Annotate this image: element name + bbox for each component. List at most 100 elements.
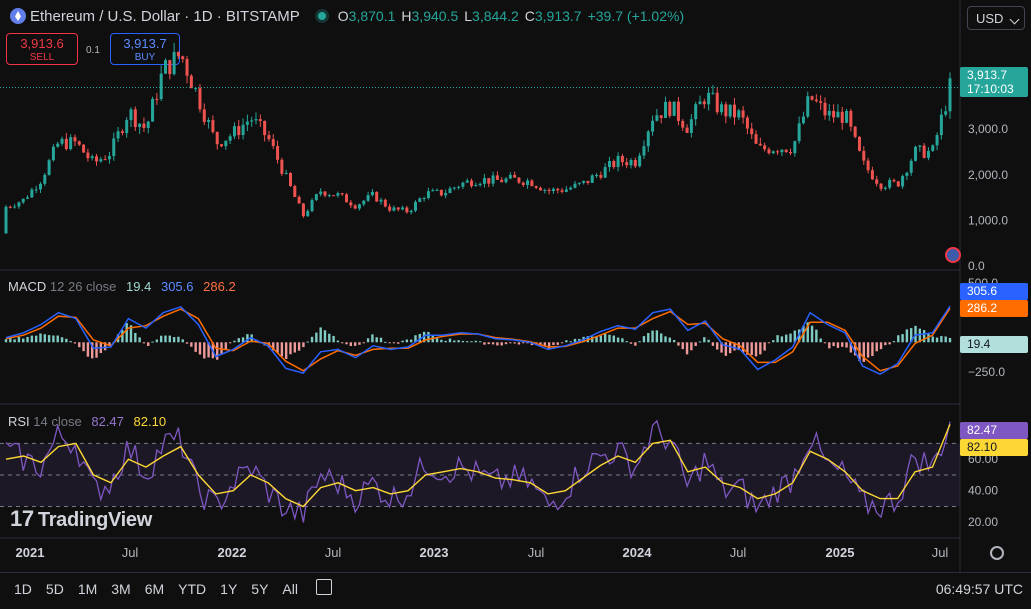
macd-histogram-bar (888, 342, 891, 345)
macd-histogram-bar (147, 342, 150, 346)
candle-body (556, 188, 560, 191)
macd-histogram-bar (203, 342, 206, 359)
rsi-ma-value: 82.10 (133, 414, 167, 429)
macd-histogram-bar (358, 342, 361, 345)
candle-body (301, 203, 305, 217)
candle-body (38, 183, 42, 190)
candle-body (702, 101, 706, 105)
candle-body (125, 120, 129, 134)
candle-body (741, 110, 745, 118)
candle-body (228, 136, 232, 141)
time-axis-label: Jul (932, 545, 949, 560)
candle-body (163, 60, 167, 74)
candle-body (383, 199, 387, 207)
macd-histogram-bar (453, 340, 456, 343)
candle-body (349, 202, 353, 206)
signal-tag: 286.2 (960, 300, 1028, 317)
candle-body (422, 198, 426, 200)
candle-body (659, 115, 663, 118)
macd-histogram-bar (233, 340, 236, 343)
range-5d[interactable]: 5D (46, 573, 64, 605)
calendar-icon[interactable] (316, 579, 332, 595)
macd-histogram-bar (487, 342, 490, 345)
macd-histogram-bar (95, 342, 98, 358)
candle-body (90, 156, 94, 159)
macd-histogram-bar (638, 341, 641, 343)
candle-body (30, 189, 34, 198)
rsi-name: RSI (8, 414, 30, 429)
candle-body (539, 187, 543, 191)
gear-icon[interactable] (990, 546, 1004, 560)
macd-pane (4, 305, 952, 376)
macd-histogram-bar (491, 342, 495, 345)
macd-histogram-bar (323, 330, 327, 343)
range-6m[interactable]: 6M (145, 573, 164, 605)
candle-body (474, 185, 478, 187)
candle-body (194, 88, 198, 90)
macd-histogram-bar (349, 342, 353, 347)
macd-histogram-bar (651, 330, 654, 343)
candle-body (888, 179, 892, 188)
candle-body (185, 58, 189, 76)
time-axis-label: Jul (730, 545, 747, 560)
macd-histogram-bar (750, 342, 753, 356)
macd-histogram-bar (552, 342, 555, 346)
candle-body (698, 101, 702, 105)
candle-body (280, 159, 284, 174)
candle-body (426, 191, 430, 199)
macd-histogram-bar (297, 342, 301, 351)
macd-histogram-bar (142, 342, 146, 344)
macd-histogram-bar (810, 325, 814, 343)
macd-histogram-bar (4, 339, 8, 343)
rsi-legend: RSI 14 close 82.47 82.10 (8, 414, 166, 429)
candle-body (633, 159, 637, 167)
candle-body (138, 123, 142, 127)
macd-histogram-bar (228, 342, 232, 344)
candle-body (207, 120, 211, 122)
candle-body (646, 131, 650, 147)
candle-body (905, 172, 909, 176)
candle-body (435, 189, 439, 191)
macd-histogram-bar (470, 341, 473, 343)
macd-histogram-bar (944, 336, 947, 343)
range-all[interactable]: All (282, 573, 298, 605)
macd-histogram-bar (185, 342, 189, 344)
candle-body (849, 110, 853, 127)
macd-histogram-bar (73, 342, 77, 344)
candle-body (60, 138, 64, 144)
macd-histogram-bar (289, 342, 292, 355)
range-1y[interactable]: 1Y (220, 573, 237, 605)
candle-body (306, 211, 310, 217)
candle-body (323, 191, 327, 196)
time-axis-label: Jul (122, 545, 139, 560)
time-axis-label: 2025 (826, 545, 855, 560)
macd-histogram-bar (647, 333, 650, 343)
candle-body (620, 156, 624, 163)
hist-tag: 19.4 (960, 336, 1028, 353)
candle-body (69, 137, 73, 150)
us-flag-icon[interactable] (945, 247, 961, 263)
candle-body (129, 109, 133, 121)
macd-params: 12 26 close (49, 279, 117, 294)
candle-body (586, 180, 590, 183)
range-ytd[interactable]: YTD (178, 573, 206, 605)
macd-histogram-bar (780, 336, 784, 343)
macd-histogram-bar (78, 342, 81, 348)
range-1m[interactable]: 1M (78, 573, 97, 605)
macd-histogram-bar (879, 342, 883, 350)
candle-body (732, 104, 736, 118)
range-1d[interactable]: 1D (14, 573, 32, 605)
range-5y[interactable]: 5Y (251, 573, 268, 605)
candle-body (34, 189, 38, 191)
candle-body (737, 110, 741, 118)
candle-body (564, 189, 568, 192)
macd-histogram-bar (608, 334, 611, 343)
rsi-value: 82.47 (91, 414, 124, 429)
macd-histogram-bar (560, 342, 564, 344)
candle-body (375, 191, 379, 202)
candle-body (573, 183, 577, 188)
utc-clock[interactable]: 06:49:57 UTC (936, 581, 1023, 597)
candle-body (487, 178, 491, 184)
candle-body (745, 117, 749, 129)
range-3m[interactable]: 3M (111, 573, 130, 605)
